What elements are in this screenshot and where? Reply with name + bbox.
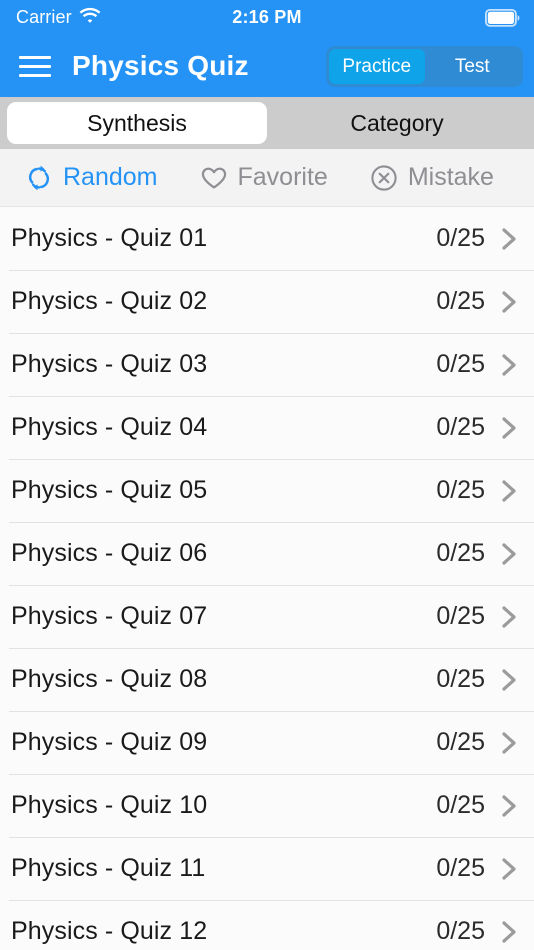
table-row[interactable]: Physics - Quiz 12 0/25 bbox=[0, 900, 534, 950]
table-row[interactable]: Physics - Quiz 05 0/25 bbox=[0, 459, 534, 522]
x-circle-icon bbox=[369, 163, 399, 193]
quiz-title: Physics - Quiz 10 bbox=[11, 791, 208, 819]
filter-favorite[interactable]: Favorite bbox=[199, 163, 328, 193]
chevron-right-icon bbox=[499, 287, 521, 317]
table-row[interactable]: Physics - Quiz 02 0/25 bbox=[0, 270, 534, 333]
quiz-score: 0/25 bbox=[436, 539, 485, 567]
quiz-title: Physics - Quiz 06 bbox=[11, 539, 208, 567]
table-row[interactable]: Physics - Quiz 11 0/25 bbox=[0, 837, 534, 900]
table-row[interactable]: Physics - Quiz 04 0/25 bbox=[0, 396, 534, 459]
quiz-title: Physics - Quiz 05 bbox=[11, 476, 208, 504]
clock-label: 2:16 PM bbox=[232, 7, 302, 27]
quiz-score: 0/25 bbox=[436, 728, 485, 756]
chevron-right-icon bbox=[499, 728, 521, 758]
battery-full-icon bbox=[485, 8, 520, 27]
table-row[interactable]: Physics - Quiz 09 0/25 bbox=[0, 711, 534, 774]
quiz-title: Physics - Quiz 12 bbox=[11, 917, 208, 945]
heart-outline-icon bbox=[199, 163, 229, 193]
quiz-score: 0/25 bbox=[436, 476, 485, 504]
chevron-right-icon bbox=[499, 602, 521, 632]
quiz-score: 0/25 bbox=[436, 287, 485, 315]
chevron-right-icon bbox=[499, 413, 521, 443]
tab-category[interactable]: Category bbox=[267, 102, 527, 144]
filter-random-label: Random bbox=[63, 163, 158, 191]
quiz-title: Physics - Quiz 09 bbox=[11, 728, 208, 756]
quiz-title: Physics - Quiz 02 bbox=[11, 287, 208, 315]
table-row[interactable]: Physics - Quiz 10 0/25 bbox=[0, 774, 534, 837]
quiz-score: 0/25 bbox=[436, 350, 485, 378]
quiz-title: Physics - Quiz 08 bbox=[11, 665, 208, 693]
table-row[interactable]: Physics - Quiz 08 0/25 bbox=[0, 648, 534, 711]
table-row[interactable]: Physics - Quiz 01 0/25 bbox=[0, 207, 534, 270]
chevron-right-icon bbox=[499, 791, 521, 821]
hamburger-menu-icon[interactable] bbox=[14, 46, 56, 86]
mode-segmented-control[interactable]: Practice Test bbox=[326, 46, 523, 87]
quiz-score: 0/25 bbox=[436, 917, 485, 945]
quiz-title: Physics - Quiz 11 bbox=[11, 854, 206, 882]
page-title: Physics Quiz bbox=[72, 50, 249, 81]
quiz-score: 0/25 bbox=[436, 602, 485, 630]
chevron-right-icon bbox=[499, 665, 521, 695]
chevron-right-icon bbox=[499, 854, 521, 884]
quiz-title: Physics - Quiz 01 bbox=[11, 224, 208, 252]
quiz-title: Physics - Quiz 07 bbox=[11, 602, 208, 630]
tab-synthesis[interactable]: Synthesis bbox=[7, 102, 267, 144]
navigation-bar: Physics Quiz Practice Test bbox=[0, 35, 534, 97]
quiz-score: 0/25 bbox=[436, 854, 485, 882]
filter-bar: Random Favorite Mistake bbox=[0, 149, 534, 207]
view-mode-tab-bar[interactable]: Synthesis Category bbox=[0, 97, 534, 149]
quiz-score: 0/25 bbox=[436, 413, 485, 441]
table-row[interactable]: Physics - Quiz 07 0/25 bbox=[0, 585, 534, 648]
quiz-title: Physics - Quiz 03 bbox=[11, 350, 208, 378]
quiz-score: 0/25 bbox=[436, 224, 485, 252]
table-row[interactable]: Physics - Quiz 03 0/25 bbox=[0, 333, 534, 396]
filter-random[interactable]: Random bbox=[24, 163, 158, 193]
quiz-score: 0/25 bbox=[436, 791, 485, 819]
refresh-shuffle-icon bbox=[24, 163, 54, 193]
chevron-right-icon bbox=[499, 539, 521, 569]
table-row[interactable]: Physics - Quiz 06 0/25 bbox=[0, 522, 534, 585]
chevron-right-icon bbox=[499, 476, 521, 506]
app-screen: Carrier 2:16 PM Physics Quiz Practice Te… bbox=[0, 0, 534, 950]
quiz-list[interactable]: Physics - Quiz 01 0/25 Physics - Quiz 02… bbox=[0, 207, 534, 950]
segment-test[interactable]: Test bbox=[425, 49, 521, 84]
quiz-score: 0/25 bbox=[436, 665, 485, 693]
chevron-right-icon bbox=[499, 917, 521, 947]
segment-practice[interactable]: Practice bbox=[329, 49, 425, 84]
filter-favorite-label: Favorite bbox=[237, 163, 328, 191]
chevron-right-icon bbox=[499, 224, 521, 254]
chevron-right-icon bbox=[499, 350, 521, 380]
status-bar: Carrier 2:16 PM bbox=[0, 0, 534, 35]
quiz-title: Physics - Quiz 04 bbox=[11, 413, 208, 441]
filter-mistake-label: Mistake bbox=[407, 163, 494, 191]
filter-mistake[interactable]: Mistake bbox=[369, 163, 494, 193]
